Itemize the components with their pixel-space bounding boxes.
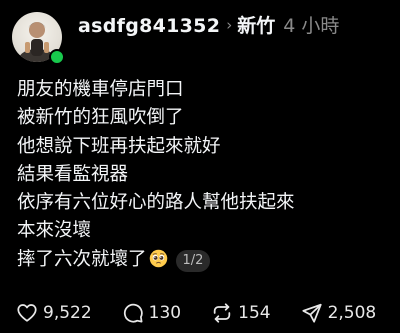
community-name[interactable]: 新竹: [237, 15, 275, 37]
post-text-line: 結果看監視器: [17, 163, 129, 185]
like-button[interactable]: 9,522: [16, 302, 92, 324]
post-text-last-line: 摔了六次就壞了 1/2: [17, 246, 397, 274]
post-body: 朋友的機車停店門口 被新竹的狂風吹倒了 他想說下班再扶起來就好 結果看監視器 依…: [17, 76, 397, 274]
post-text-line: 本來沒壞: [17, 220, 92, 242]
comment-count: 130: [148, 303, 182, 323]
post-text-line: 摔了六次就壞了: [17, 248, 147, 270]
post-timestamp: 4 小時: [283, 15, 340, 37]
online-status-dot: [49, 49, 65, 65]
post-text-line: 他想說下班再扶起來就好: [17, 135, 221, 157]
chevron-right-icon: ›: [226, 16, 233, 34]
comment-bubble-icon: [123, 303, 143, 323]
heart-icon: [17, 304, 37, 322]
pleading-face-emoji-icon: [149, 249, 167, 268]
comment-button[interactable]: 130: [122, 302, 181, 324]
repost-icon: [213, 303, 231, 323]
post-text-line: 被新竹的狂風吹倒了: [17, 107, 184, 129]
post-header: asdfg841352 › 新竹 4 小時: [78, 14, 394, 40]
post-text-line: 依序有六位好心的路人幫他扶起來: [17, 192, 295, 214]
share-send-icon: [301, 303, 322, 323]
share-count: 2,508: [327, 303, 377, 323]
post-text-line: 朋友的機車停店門口: [17, 79, 184, 100]
username[interactable]: asdfg841352: [78, 15, 220, 37]
share-button[interactable]: 2,508: [301, 302, 377, 324]
page-indicator-badge: 1/2: [175, 249, 211, 272]
like-count: 9,522: [43, 303, 92, 323]
repost-count: 154: [238, 303, 271, 323]
action-bar: 9,522 130 154 2,508: [16, 300, 400, 326]
repost-button[interactable]: 154: [211, 302, 271, 324]
